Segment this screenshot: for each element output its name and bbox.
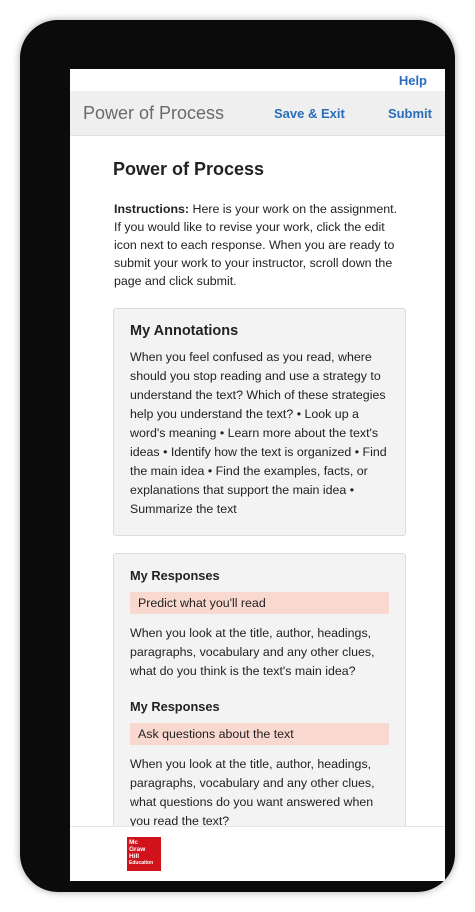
response-item: My Responses Predict what you'll read Wh…	[130, 568, 389, 681]
save-exit-button[interactable]: Save & Exit	[274, 106, 345, 121]
submit-button[interactable]: Submit	[388, 106, 432, 121]
help-bar: Help	[70, 69, 445, 91]
top-bar: Power of Process Save & Exit Submit	[70, 91, 445, 136]
logo-line: Hill	[129, 853, 140, 860]
annotations-title: My Annotations	[130, 323, 239, 339]
annotations-card: My Annotations When you feel confused as…	[113, 308, 406, 536]
response-title: My Responses	[130, 699, 220, 714]
footer: Mc Graw Hill Education	[70, 826, 445, 881]
instructions-lead: Instructions:	[114, 202, 190, 216]
response-prompt: Predict what you'll read	[130, 592, 389, 614]
logo-line: Mc	[129, 839, 139, 846]
device-frame: Help Power of Process Save & Exit Submit…	[20, 20, 455, 892]
logo-line: Education	[129, 860, 154, 866]
mcgraw-hill-logo: Mc Graw Hill Education	[127, 837, 161, 871]
instructions: Instructions: Here is your work on the a…	[114, 200, 406, 290]
help-link[interactable]: Help	[399, 73, 427, 88]
page-title: Power of Process	[113, 159, 265, 179]
app-title: Power of Process	[83, 103, 225, 123]
response-title: My Responses	[130, 568, 220, 583]
response-item: My Responses Ask questions about the tex…	[130, 699, 389, 831]
response-prompt: Ask questions about the text	[130, 723, 389, 745]
response-text: When you look at the title, author, head…	[130, 626, 375, 678]
response-text: When you look at the title, author, head…	[130, 757, 375, 828]
logo-line: Graw	[129, 846, 146, 853]
annotations-text: When you feel confused as you read, wher…	[130, 350, 387, 516]
main-content: Power of Process Instructions: Here is y…	[113, 159, 406, 881]
screen: Help Power of Process Save & Exit Submit…	[70, 69, 445, 881]
responses-card: My Responses Predict what you'll read Wh…	[113, 553, 406, 866]
